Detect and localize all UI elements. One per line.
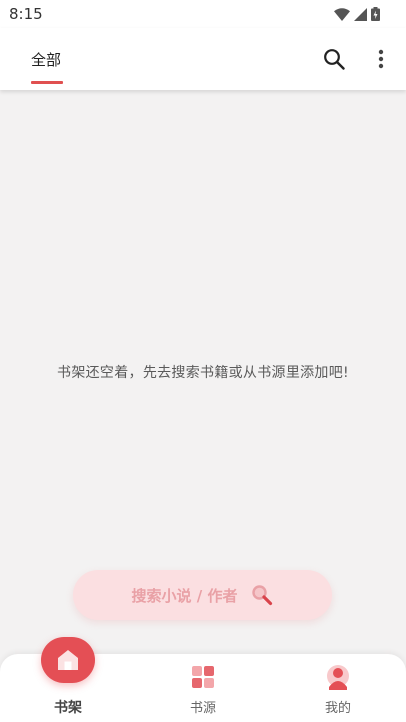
home-bubble[interactable] xyxy=(41,637,95,683)
more-menu-button[interactable] xyxy=(367,45,395,73)
magnifier-icon xyxy=(252,585,273,606)
nav-item-mine[interactable]: 我的 xyxy=(298,654,378,722)
search-button[interactable] xyxy=(320,45,348,73)
search-icon xyxy=(324,49,345,70)
app-bar: 全部 xyxy=(0,28,406,90)
tab-all[interactable]: 全部 xyxy=(31,28,63,90)
battery-icon xyxy=(371,7,380,21)
tab-all-label: 全部 xyxy=(31,51,62,69)
empty-shelf-message: 书架还空着，先去搜索书籍或从书源里添加吧! xyxy=(57,365,349,381)
nav-label-bookshelf: 书架 xyxy=(54,700,82,716)
signal-icon xyxy=(354,7,367,21)
person-icon xyxy=(327,665,349,690)
bookshelf-screen: 8:15 全部 书架还空着，先去搜索书籍或从书源里添加吧! 搜索小说 / 作者 … xyxy=(0,0,406,722)
search-novel-label: 搜索小说 / 作者 xyxy=(131,586,238,605)
nav-item-sources[interactable]: 书源 xyxy=(163,654,243,722)
status-bar: 8:15 xyxy=(0,0,406,28)
tab-indicator xyxy=(31,81,63,84)
home-icon xyxy=(58,650,78,670)
grid-icon xyxy=(192,666,214,688)
nav-label-mine: 我的 xyxy=(324,701,351,716)
nav-label-sources: 书源 xyxy=(189,701,216,716)
status-icons xyxy=(334,7,380,21)
more-vert-icon xyxy=(378,49,384,69)
status-time: 8:15 xyxy=(9,5,43,23)
wifi-icon xyxy=(334,7,350,21)
search-novel-button[interactable]: 搜索小说 / 作者 xyxy=(73,570,332,620)
